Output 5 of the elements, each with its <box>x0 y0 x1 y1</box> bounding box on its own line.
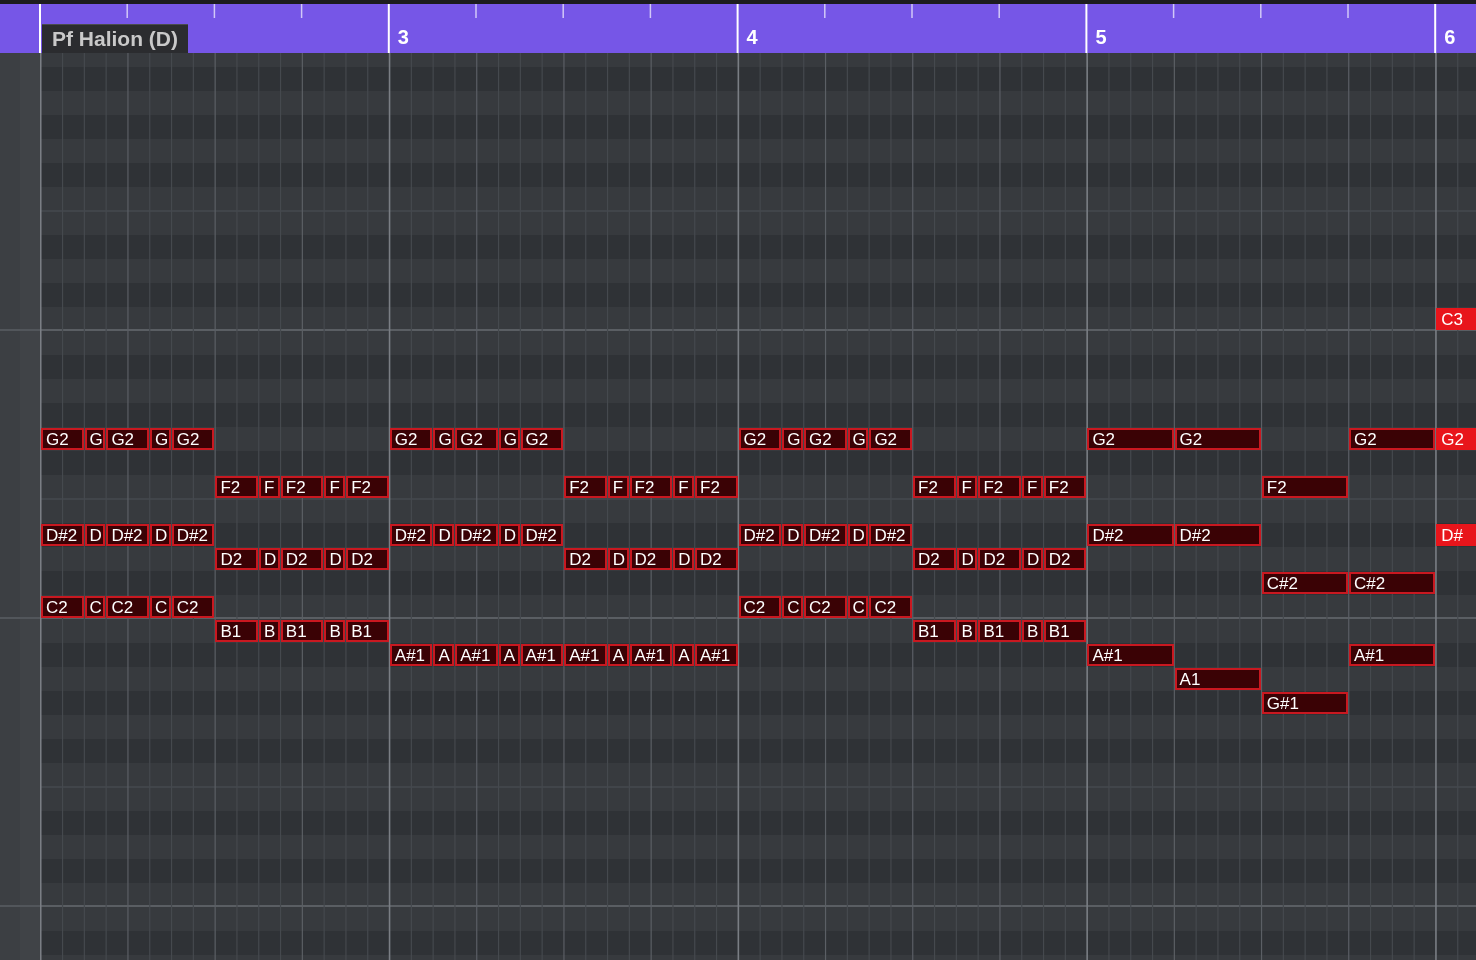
bar-number: 3 <box>397 27 409 47</box>
track-name-label: Pf Halion (D) <box>42 24 188 53</box>
bar-number: 4 <box>746 27 758 47</box>
bar-number: 6 <box>1444 27 1456 47</box>
bar-number: 5 <box>1095 27 1107 47</box>
